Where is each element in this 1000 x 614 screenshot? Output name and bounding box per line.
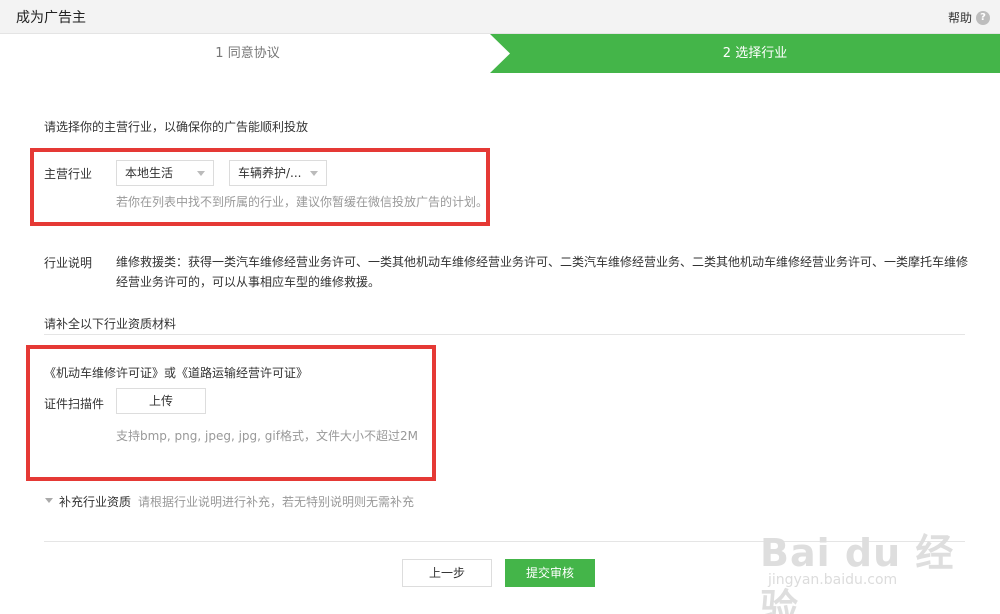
baidu-jingyan-watermark: Bai du 经验 jingyan.baidu.com: [760, 522, 990, 614]
upload-button[interactable]: 上传: [116, 388, 206, 414]
watermark-url: jingyan.baidu.com: [768, 572, 898, 588]
industry-primary-value: 本地生活: [125, 166, 174, 180]
license-name: 《机动车维修许可证》或《道路运输经营许可证》: [44, 366, 309, 380]
step-agree-protocol: 1 同意协议: [0, 34, 495, 73]
industry-secondary-value: 车辆养护/...: [238, 166, 302, 180]
step-progress: 1 同意协议 2 选择行业: [0, 34, 1000, 73]
supplement-hint: 请根据行业说明进行补充，若无特别说明则无需补充: [138, 495, 415, 509]
chevron-down-icon: [310, 171, 318, 176]
submit-review-button[interactable]: 提交审核: [505, 559, 595, 587]
intro-text: 请选择你的主营行业，以确保你的广告能顺利投放: [44, 120, 309, 134]
industry-description: 维修救援类：获得一类汽车维修经营业务许可、一类其他机动车维修经营业务许可、二类汽…: [116, 255, 969, 289]
industry-primary-select[interactable]: 本地生活: [116, 160, 214, 186]
desc-label: 行业说明: [44, 256, 93, 270]
help-label[interactable]: 帮助: [948, 9, 972, 26]
industry-hint: 若你在列表中找不到所属的行业，建议你暂缓在微信投放广告的计划。: [116, 195, 489, 209]
step-select-industry: 2 选择行业: [722, 46, 788, 61]
upload-hint: 支持bmp, png, jpeg, jpg, gif格式，文件大小不超过2M: [116, 429, 418, 443]
industry-label: 主营行业: [44, 167, 93, 181]
window-title: 成为广告主: [16, 10, 86, 26]
prev-step-button[interactable]: 上一步: [402, 559, 492, 587]
supplement-toggle[interactable]: 补充行业资质: [59, 493, 131, 510]
help-link[interactable]: 帮助 ?: [948, 9, 990, 26]
qualification-title: 请补全以下行业资质材料: [44, 317, 177, 331]
expand-caret-icon[interactable]: [45, 498, 53, 503]
watermark-logo: Bai du 经验: [760, 531, 955, 614]
help-question-icon[interactable]: ?: [976, 10, 990, 25]
title-bar: 成为广告主 帮助 ?: [0, 0, 1000, 34]
section-divider: [44, 334, 965, 335]
scan-label: 证件扫描件: [44, 397, 105, 411]
chevron-down-icon: [197, 171, 205, 176]
industry-secondary-select[interactable]: 车辆养护/...: [229, 160, 327, 186]
